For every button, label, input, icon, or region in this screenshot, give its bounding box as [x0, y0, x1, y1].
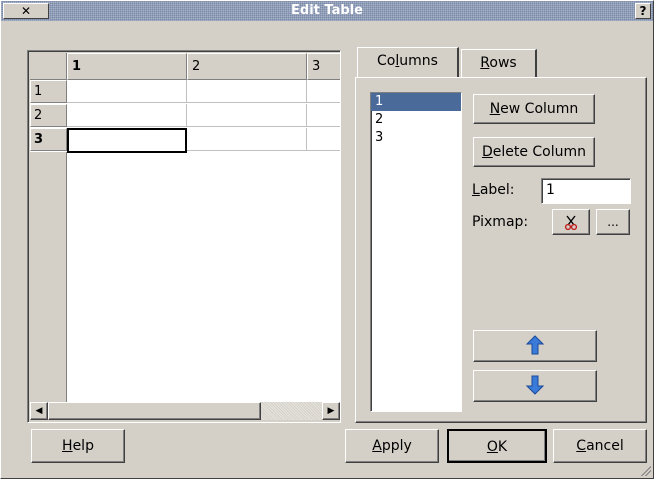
columns-list[interactable]: 1 2 3: [370, 92, 462, 412]
resize-grip[interactable]: [641, 466, 651, 476]
move-down-button[interactable]: [473, 370, 597, 402]
table-corner: [30, 53, 67, 80]
list-item[interactable]: 1: [371, 93, 461, 111]
column-header-2[interactable]: 2: [187, 53, 307, 80]
window-title: Edit Table: [291, 3, 363, 18]
scroll-left-icon: ◀: [35, 406, 43, 416]
table-grid[interactable]: 1 2 3 1 2 3: [30, 53, 340, 402]
help-button[interactable]: Help: [31, 429, 125, 463]
table-cell[interactable]: [307, 80, 340, 103]
table-cell-current[interactable]: [67, 128, 187, 153]
label-field-label: Label:: [472, 182, 515, 198]
column-header-1[interactable]: 1: [67, 53, 187, 80]
browse-pixmap-button[interactable]: ...: [596, 209, 630, 235]
row-header-2[interactable]: 2: [30, 104, 67, 127]
arrow-up-icon: [525, 335, 545, 355]
tab-columns-label: Columns: [377, 53, 438, 69]
delete-column-button[interactable]: Delete Column: [473, 137, 595, 167]
table-preview: 1 2 3 1 2 3 ◀ ▶: [27, 50, 341, 423]
horizontal-scrollbar[interactable]: ◀ ▶: [30, 402, 340, 420]
table-cell[interactable]: [187, 80, 307, 103]
scroll-thumb[interactable]: [48, 402, 261, 420]
cancel-button[interactable]: Cancel: [553, 429, 647, 463]
whats-this-button[interactable]: ?: [635, 3, 651, 19]
tab-rows-label: Rows: [480, 55, 517, 71]
list-item[interactable]: 2: [371, 111, 461, 129]
list-item[interactable]: 3: [371, 129, 461, 147]
row-header-3[interactable]: 3: [30, 128, 67, 151]
row-header-empty: [30, 152, 67, 402]
ok-button[interactable]: OK: [447, 429, 547, 463]
scroll-right-icon: ▶: [327, 406, 335, 416]
table-cell[interactable]: [67, 80, 187, 103]
scroll-left-button[interactable]: ◀: [30, 402, 48, 420]
clear-pixmap-button[interactable]: [552, 209, 590, 235]
apply-button[interactable]: Apply: [345, 429, 439, 463]
tab-rows[interactable]: Rows: [461, 49, 537, 77]
table-cell[interactable]: [307, 104, 340, 127]
columns-panel: 1 2 3 New Column Delete Column Label: 1 …: [355, 77, 647, 423]
tab-columns[interactable]: Columns: [357, 47, 459, 77]
scroll-right-button[interactable]: ▶: [322, 402, 340, 420]
edit-table-dialog: ✕ Edit Table ? 1 2 3 1 2 3 ◀ ▶ Columns R…: [0, 0, 654, 479]
column-header-3[interactable]: 3: [307, 53, 340, 80]
label-input[interactable]: 1: [541, 178, 631, 204]
table-cell[interactable]: [307, 128, 340, 151]
table-cell[interactable]: [187, 128, 307, 151]
scissors-icon: [564, 215, 578, 230]
table-cell[interactable]: [187, 104, 307, 127]
new-column-button[interactable]: New Column: [473, 94, 595, 124]
move-up-button[interactable]: [473, 330, 597, 362]
help-icon: ?: [639, 4, 647, 18]
arrow-down-icon: [525, 375, 545, 395]
table-cell[interactable]: [67, 104, 187, 127]
row-header-1[interactable]: 1: [30, 80, 67, 103]
pixmap-label: Pixmap:: [472, 214, 529, 230]
title-bar[interactable]: ✕ Edit Table ?: [1, 1, 653, 21]
